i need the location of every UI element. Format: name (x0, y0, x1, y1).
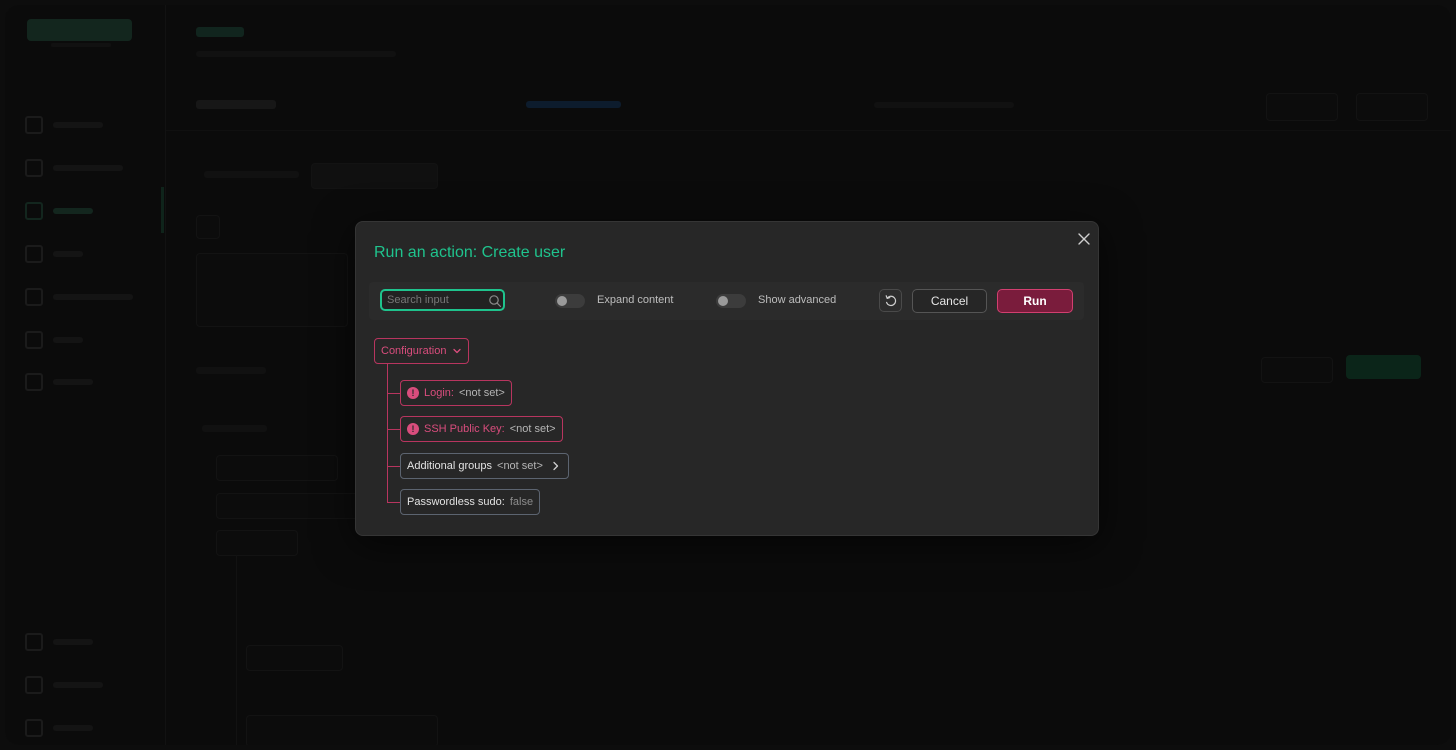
item-value: <not set> (497, 460, 543, 472)
action-toolbar: Expand content Show advanced Cancel Run (369, 282, 1084, 320)
tree-item-passwordless-sudo[interactable]: Passwordless sudo: false (400, 489, 541, 515)
item-label: Login: (424, 387, 454, 399)
cancel-button[interactable]: Cancel (912, 289, 987, 313)
item-label: SSH Public Key: (424, 423, 505, 435)
configuration-node[interactable]: Configuration (374, 338, 470, 364)
reset-button[interactable] (879, 289, 902, 312)
search-field[interactable] (380, 289, 505, 311)
item-value: false (509, 496, 534, 508)
item-value: <not set> (458, 387, 505, 399)
error-icon: ! (407, 423, 419, 435)
tree-item-login[interactable]: ! Login: <not set> (400, 380, 512, 406)
close-icon (1078, 233, 1090, 245)
configuration-label: Configuration (381, 345, 447, 357)
reset-icon (885, 295, 897, 307)
chevron-down-icon (453, 348, 462, 354)
item-value: <not set> (509, 423, 556, 435)
tree-item-additional-groups[interactable]: Additional groups <not set> (400, 453, 569, 479)
search-input[interactable] (387, 291, 487, 309)
chevron-right-icon (553, 461, 559, 471)
show-advanced-toggle[interactable] (716, 294, 746, 308)
run-button[interactable]: Run (997, 289, 1073, 313)
expand-content-label: Expand content (597, 294, 674, 306)
item-label: Additional groups (407, 460, 493, 472)
search-icon (489, 295, 502, 308)
run-action-dialog: Run an action: Create user Expand conten… (355, 221, 1099, 536)
close-button[interactable] (1075, 230, 1093, 248)
tree-item-ssh-public-key[interactable]: ! SSH Public Key: <not set> (400, 416, 563, 442)
item-label: Passwordless sudo: (407, 496, 505, 508)
error-icon: ! (407, 387, 419, 399)
expand-content-toggle[interactable] (555, 294, 585, 308)
show-advanced-label: Show advanced (758, 294, 837, 306)
tree-connector (387, 364, 388, 503)
dialog-title: Run an action: Create user (374, 244, 566, 261)
